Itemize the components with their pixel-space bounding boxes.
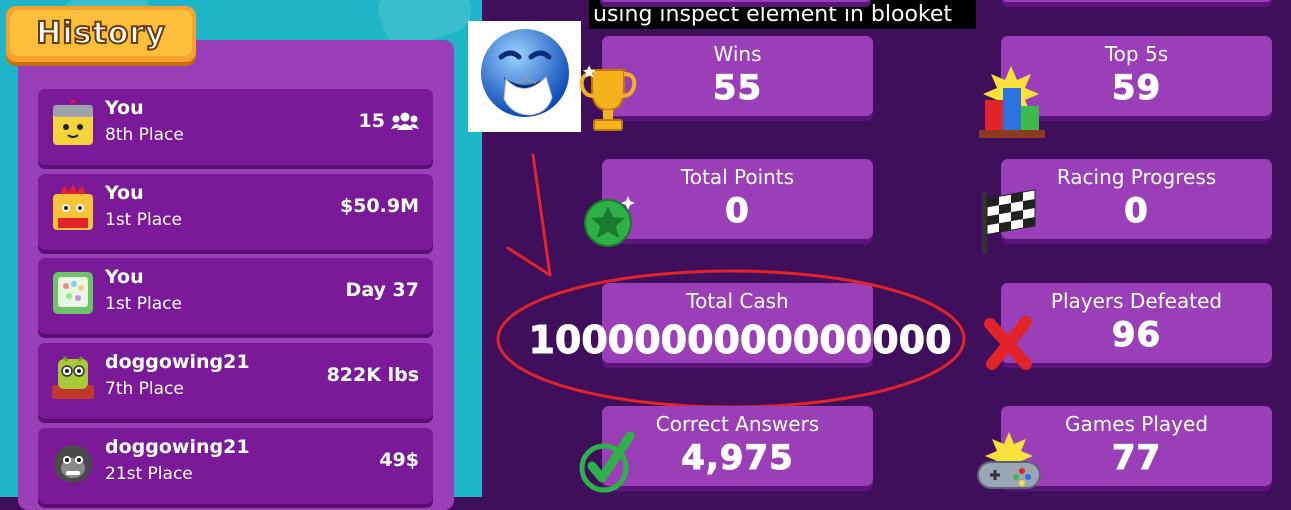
stat-value: 4,975 [681, 438, 794, 479]
player-name: You [105, 97, 144, 119]
history-item[interactable]: You 1st Place Day 37 [38, 258, 433, 334]
star-gem-icon [580, 193, 636, 253]
stat-value: 96 [1111, 315, 1162, 356]
result-value-text: 49$ [379, 449, 419, 471]
player-place: 1st Place [105, 210, 182, 230]
player-name: doggowing21 [105, 351, 250, 373]
result-value-text: Day 37 [345, 279, 419, 301]
history-tab: History [6, 6, 196, 62]
stat-value: 0 [725, 191, 750, 232]
avatar [50, 268, 96, 316]
avatar [50, 438, 96, 486]
stat-card-partial [600, 0, 871, 2]
stat-value: 0 [1124, 191, 1149, 232]
podium-icon [975, 66, 1049, 144]
player-place: 1st Place [105, 294, 182, 314]
history-item[interactable]: You 8th Place 15 [38, 89, 433, 165]
red-arrow-icon [506, 153, 552, 277]
history-item[interactable]: You 1st Place $50.9M [38, 174, 433, 250]
checkered-flag-icon [978, 186, 1040, 260]
stat-label: Racing Progress [1056, 165, 1217, 189]
trophy-icon [578, 64, 638, 140]
x-mark-icon [982, 316, 1034, 374]
avatar [50, 99, 96, 147]
stat-label: Wins [713, 42, 762, 66]
avatar [50, 184, 96, 232]
stat-label: Players Defeated [1050, 289, 1223, 313]
player-place: 21st Place [105, 464, 193, 484]
history-item[interactable]: doggowing21 7th Place 822K lbs [38, 343, 433, 419]
gamepad-icon [974, 432, 1044, 498]
result-value-text: 15 [358, 110, 385, 132]
stat-card-racing-progress: Racing Progress 0 [1001, 159, 1272, 239]
history-title: History [35, 15, 166, 52]
player-name: You [105, 266, 144, 288]
players-icon [391, 112, 419, 130]
check-mark-icon [578, 431, 636, 498]
laughing-emoji-icon [468, 21, 581, 132]
result-value: 822K lbs [327, 364, 419, 386]
player-name: doggowing21 [105, 436, 250, 458]
result-value: 49$ [379, 449, 419, 471]
avatar [50, 353, 96, 401]
player-place: 7th Place [105, 379, 184, 399]
history-item[interactable]: doggowing21 21st Place 49$ [38, 428, 433, 504]
stat-label: Total Points [680, 165, 795, 189]
result-value: $50.9M [340, 195, 419, 217]
player-name: You [105, 182, 144, 204]
stat-label: Top 5s [1104, 42, 1169, 66]
stat-card-players-defeated: Players Defeated 96 [1001, 283, 1272, 363]
player-place: 8th Place [105, 125, 184, 145]
result-value-text: $50.9M [339, 195, 419, 217]
stat-card-partial [1001, 0, 1272, 2]
stat-card-correct-answers: Correct Answers 4,975 [602, 406, 873, 486]
stat-card-wins: Wins 55 [602, 36, 873, 116]
result-value: 15 [359, 110, 419, 132]
stat-label: Correct Answers [655, 412, 820, 436]
red-ellipse-annotation [496, 269, 966, 409]
caption-text: using inspect element in blooket [589, 0, 976, 29]
result-value-text: 822K lbs [326, 364, 419, 386]
result-value: Day 37 [346, 279, 419, 301]
stat-card-total-points: Total Points 0 [602, 159, 873, 239]
stat-value: 55 [712, 68, 763, 109]
